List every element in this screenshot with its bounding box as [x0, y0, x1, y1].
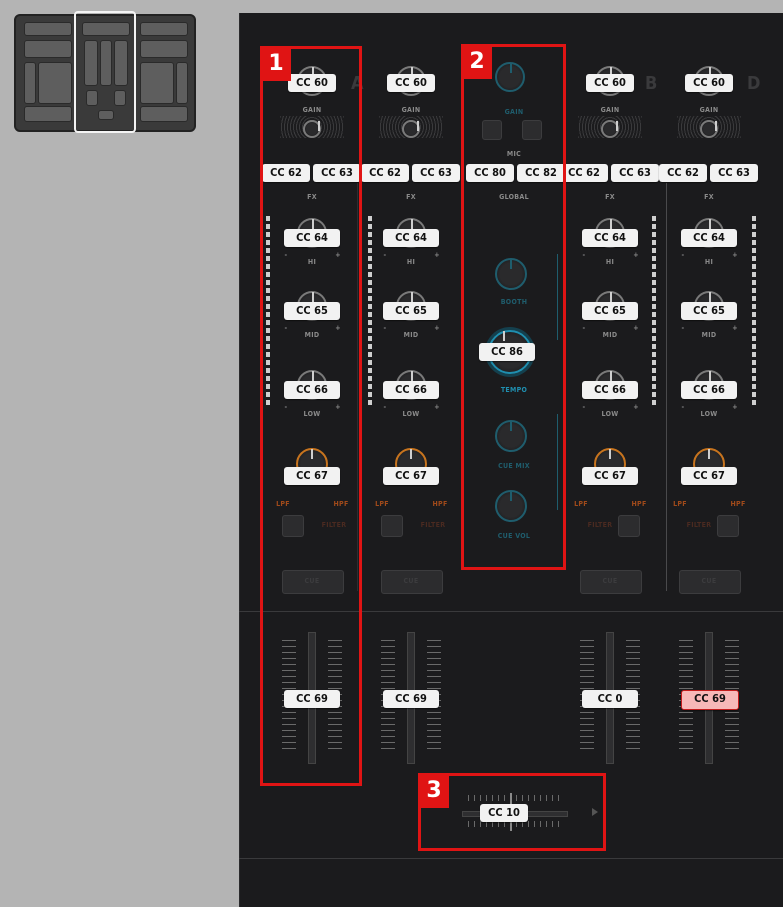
- fx-cc-2[interactable]: CC 63: [611, 164, 659, 182]
- mid-label: MID: [602, 331, 618, 339]
- fx-cc-1[interactable]: CC 62: [361, 164, 409, 182]
- gain-label: GAIN: [699, 106, 719, 114]
- cue-label: CUE: [602, 577, 618, 585]
- callout-box-2: [461, 44, 566, 570]
- thumb-cell: [140, 40, 188, 58]
- minus-label: -: [383, 324, 387, 332]
- minus-label: -: [681, 324, 685, 332]
- gain-label: GAIN: [600, 106, 620, 114]
- lpf-label: LPF: [574, 500, 588, 508]
- deck-d-letter: D: [747, 73, 761, 94]
- fader-cc[interactable]: CC 0: [582, 690, 638, 708]
- plus-label: +: [633, 403, 639, 411]
- minus-label: -: [681, 403, 685, 411]
- gain-label: GAIN: [401, 106, 421, 114]
- plus-label: +: [732, 403, 738, 411]
- filter-label: FILTER: [420, 521, 446, 529]
- fx-cc-2[interactable]: CC 63: [710, 164, 758, 182]
- lpf-label: LPF: [673, 500, 687, 508]
- low-label: LOW: [700, 410, 718, 418]
- fx-label: FX: [406, 193, 416, 201]
- lpf-label: LPF: [375, 500, 389, 508]
- fader-cc[interactable]: CC 69: [681, 690, 739, 710]
- hi-cc[interactable]: CC 64: [582, 229, 638, 247]
- gain-cc[interactable]: CC 60: [685, 74, 733, 92]
- fx-label: FX: [704, 193, 714, 201]
- callout-box-1: [260, 46, 362, 786]
- gain-fine-knob[interactable]: [700, 120, 718, 138]
- minus-label: -: [383, 251, 387, 259]
- minus-label: -: [681, 251, 685, 259]
- low-label: LOW: [402, 410, 420, 418]
- plus-label: +: [633, 251, 639, 259]
- low-cc[interactable]: CC 66: [681, 381, 737, 399]
- divider: [239, 858, 783, 859]
- fx-label: FX: [605, 193, 615, 201]
- gain-cc[interactable]: CC 60: [586, 74, 634, 92]
- mid-label: MID: [701, 331, 717, 339]
- filter-label: FILTER: [686, 521, 712, 529]
- low-cc[interactable]: CC 66: [582, 381, 638, 399]
- thumb-cell: [24, 22, 72, 36]
- callout-badge-1: 1: [261, 47, 291, 81]
- gain-fine-knob[interactable]: [601, 120, 619, 138]
- plus-label: +: [633, 324, 639, 332]
- thumb-cell: [24, 106, 72, 122]
- plus-label: +: [732, 324, 738, 332]
- mid-cc[interactable]: CC 65: [582, 302, 638, 320]
- thumb-cell: [176, 62, 188, 104]
- plus-label: +: [434, 251, 440, 259]
- thumb-cell: [38, 62, 72, 104]
- hi-label: HI: [704, 258, 714, 266]
- level-meter: [752, 216, 756, 408]
- thumb-cell: [140, 22, 188, 36]
- fx-cc-1[interactable]: CC 62: [560, 164, 608, 182]
- filter-cc[interactable]: CC 67: [681, 467, 737, 485]
- callout-badge-3: 3: [419, 774, 449, 808]
- filter-cc[interactable]: CC 67: [582, 467, 638, 485]
- hi-label: HI: [605, 258, 615, 266]
- hi-cc[interactable]: CC 64: [383, 229, 439, 247]
- plus-label: +: [434, 324, 440, 332]
- hpf-label: HPF: [432, 500, 448, 508]
- level-meter: [368, 216, 372, 408]
- mid-cc[interactable]: CC 65: [383, 302, 439, 320]
- thumb-cell: [24, 62, 36, 104]
- fader-cc[interactable]: CC 69: [383, 690, 439, 708]
- thumb-cell: [140, 106, 188, 122]
- hi-label: HI: [406, 258, 416, 266]
- thumb-cell: [24, 40, 72, 58]
- minus-label: -: [582, 324, 586, 332]
- cue-label: CUE: [403, 577, 419, 585]
- hpf-label: HPF: [730, 500, 746, 508]
- mid-label: MID: [403, 331, 419, 339]
- fx-cc-2[interactable]: CC 63: [412, 164, 460, 182]
- cue-label: CUE: [701, 577, 717, 585]
- minus-label: -: [582, 403, 586, 411]
- minus-label: -: [582, 251, 586, 259]
- level-meter: [652, 216, 656, 408]
- fx-cc-1[interactable]: CC 62: [659, 164, 707, 182]
- thumb-cell: [140, 62, 174, 104]
- thumbnail-selected-section[interactable]: [74, 11, 136, 133]
- minus-label: -: [383, 403, 387, 411]
- filter-button[interactable]: [381, 515, 403, 537]
- gain-fine-knob[interactable]: [402, 120, 420, 138]
- callout-badge-2: 2: [462, 45, 492, 79]
- hpf-label: HPF: [631, 500, 647, 508]
- channel-divider: [666, 183, 667, 591]
- filter-cc[interactable]: CC 67: [383, 467, 439, 485]
- gain-cc[interactable]: CC 60: [387, 74, 435, 92]
- panel-edge: [239, 13, 240, 907]
- filter-label: FILTER: [587, 521, 613, 529]
- deck-b-letter: B: [645, 73, 658, 94]
- mid-cc[interactable]: CC 65: [681, 302, 737, 320]
- hi-cc[interactable]: CC 64: [681, 229, 737, 247]
- plus-label: +: [434, 403, 440, 411]
- plus-label: +: [732, 251, 738, 259]
- low-label: LOW: [601, 410, 619, 418]
- low-cc[interactable]: CC 66: [383, 381, 439, 399]
